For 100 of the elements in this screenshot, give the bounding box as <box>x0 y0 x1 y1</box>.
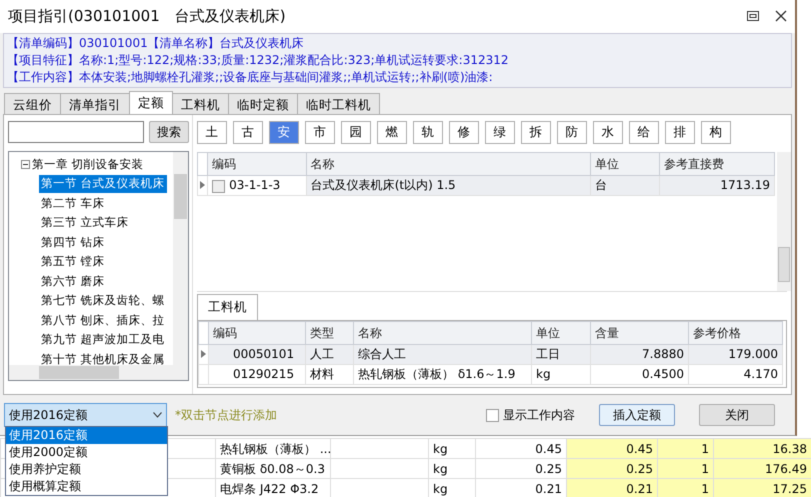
vertical-scrollbar[interactable] <box>777 152 791 291</box>
filter-button[interactable]: 古 <box>233 120 263 144</box>
tab[interactable]: 工料机 <box>172 92 229 114</box>
search-field[interactable] <box>8 120 144 143</box>
tab[interactable]: 工料机 <box>197 294 258 320</box>
filter-button[interactable]: 修 <box>449 120 479 144</box>
quota-combo-box[interactable]: 使用2016定额 <box>4 403 167 428</box>
restore-icon[interactable] <box>747 11 759 22</box>
tree-item[interactable]: 第四节 钻床 <box>39 234 107 252</box>
table-cell: 0.4500 <box>590 364 688 384</box>
tab[interactable]: 定额 <box>129 90 173 114</box>
tree-item[interactable]: 第一章 切削设备安装 <box>30 156 146 174</box>
info-label: 【项目特征】 <box>7 52 79 67</box>
tree-item[interactable]: 第五节 镗床 <box>39 253 107 271</box>
column-header[interactable]: 含量 <box>590 321 688 344</box>
info-label: 【工作内容】 <box>7 70 79 84</box>
insert-button[interactable]: 插入定额 <box>599 404 675 426</box>
tab[interactable]: 临时工料机 <box>297 92 380 114</box>
show-work-checkbox[interactable] <box>486 408 499 422</box>
table-cell: 7.8880 <box>590 344 688 364</box>
column-header[interactable]: 编码 <box>208 321 306 344</box>
tree-item[interactable]: 第七节 铣床及齿轮、螺 <box>39 292 167 310</box>
table-cell: 热轧钢板（薄板） δ1.6～1.9 <box>354 364 532 384</box>
filter-button[interactable]: 拆 <box>521 120 551 144</box>
table-cell: 工日 <box>532 344 590 364</box>
table-cell: 人工 <box>306 344 354 364</box>
close-button[interactable]: 关闭 <box>699 404 775 426</box>
table-cell: 台 <box>590 175 660 196</box>
filter-button[interactable]: 防 <box>557 120 587 144</box>
table-cell: 1713.19 <box>660 175 774 196</box>
filter-button[interactable]: 园 <box>341 120 371 144</box>
dropdown-option[interactable]: 使用2000定额 <box>6 444 167 461</box>
table-cell: 0.25 <box>566 458 658 478</box>
row-marker-icon <box>201 350 206 358</box>
table-cell: kg <box>532 364 590 384</box>
table-cell: 黄铜板 δ0.08～0.3 <box>216 458 330 478</box>
table-cell: 0.21 <box>566 478 658 497</box>
tree-item[interactable]: 第一节 台式及仪表机床 <box>39 175 167 193</box>
column-header[interactable]: 类型 <box>306 321 354 344</box>
info-value: 名称:1;型号:122;规格:33;质量:1232;灌浆配合比:323;单机试运转要求:312312 <box>79 52 509 67</box>
show-work-label: 显示工作内容 <box>503 407 575 424</box>
table-cell: 17.25 <box>714 478 811 497</box>
tree-item[interactable]: 第十节 其他机床及金属 <box>39 350 167 368</box>
row-marker-icon <box>200 181 206 190</box>
table-cell: 材料 <box>306 364 354 384</box>
table-cell: 台式及仪表机床(t以内) 1.5 <box>306 175 591 196</box>
info-value: 本体安装;地脚螺栓孔灌浆;;设备底座与基础间灌浆;;单机试运转;;补刷(喷)油漆: <box>79 70 493 84</box>
column-header[interactable]: 参考价格 <box>688 321 782 344</box>
column-header[interactable]: 名称 <box>306 152 591 176</box>
table-cell: 0.45 <box>476 438 566 458</box>
filter-button[interactable]: 排 <box>665 120 695 144</box>
column-header[interactable]: 编码 <box>208 152 306 176</box>
info-value: 台式及仪表机床 <box>220 36 304 50</box>
tab[interactable]: 清单指引 <box>60 92 130 114</box>
filter-button[interactable]: 水 <box>593 120 623 144</box>
filter-button[interactable]: 土 <box>197 120 227 144</box>
dropdown-option[interactable]: 使用2016定额 <box>6 427 167 444</box>
info-label: 【清单编码】 <box>7 36 79 50</box>
table-cell: kg <box>428 438 476 458</box>
filter-button[interactable]: 轨 <box>413 120 443 144</box>
row-checkbox[interactable] <box>212 180 226 193</box>
filter-button[interactable]: 给 <box>629 120 659 144</box>
tree-item[interactable]: 第八节 刨床、插床、拉 <box>39 312 167 330</box>
tab[interactable]: 临时定额 <box>228 92 298 114</box>
table-cell: 0.25 <box>476 458 566 478</box>
table-cell: 0.45 <box>566 438 658 458</box>
tree-item[interactable]: 第六节 磨床 <box>39 272 107 290</box>
filter-button[interactable]: 市 <box>305 120 335 144</box>
vertical-scrollbar[interactable] <box>173 152 188 367</box>
info-label: 【清单名称】 <box>148 36 220 50</box>
column-header[interactable]: 名称 <box>354 321 532 344</box>
table-cell: 00050101 <box>208 344 306 364</box>
filter-button[interactable]: 构 <box>701 120 731 144</box>
close-icon[interactable] <box>775 10 787 22</box>
column-header[interactable]: 单位 <box>532 321 590 344</box>
column-header[interactable]: 单位 <box>590 152 660 176</box>
tree-item[interactable]: 第九节 超声波加工及电 <box>39 331 167 349</box>
horizontal-scrollbar[interactable] <box>9 364 188 380</box>
caret-icon <box>153 412 162 418</box>
table-cell: 4.170 <box>688 364 782 384</box>
table-cell: 16.38 <box>714 438 811 458</box>
filter-button[interactable]: 安 <box>269 120 299 144</box>
table-cell: kg <box>428 458 476 478</box>
table-cell: 综合人工 <box>354 344 532 364</box>
filter-button[interactable]: 绿 <box>485 120 515 144</box>
tree-item[interactable]: 第三节 立式车床 <box>39 214 131 232</box>
table-cell: 1 <box>658 478 714 497</box>
collapse-icon[interactable] <box>21 160 30 170</box>
table-cell: 03-1-1-3 <box>229 178 280 192</box>
hint-text: *双击节点进行添加 <box>175 407 277 424</box>
filter-button[interactable]: 燃 <box>377 120 407 144</box>
table-cell: 179.000 <box>688 344 782 364</box>
table-cell: 01290215 <box>208 364 306 384</box>
table-cell: 176.49 <box>714 458 811 478</box>
search-button[interactable]: 搜索 <box>149 120 189 143</box>
column-header[interactable]: 参考直接费 <box>660 152 774 176</box>
table-cell: 1 <box>658 458 714 478</box>
tree-item[interactable]: 第二节 车床 <box>39 194 107 212</box>
tab[interactable]: 云组价 <box>4 92 61 114</box>
table-cell: 1 <box>658 438 714 458</box>
